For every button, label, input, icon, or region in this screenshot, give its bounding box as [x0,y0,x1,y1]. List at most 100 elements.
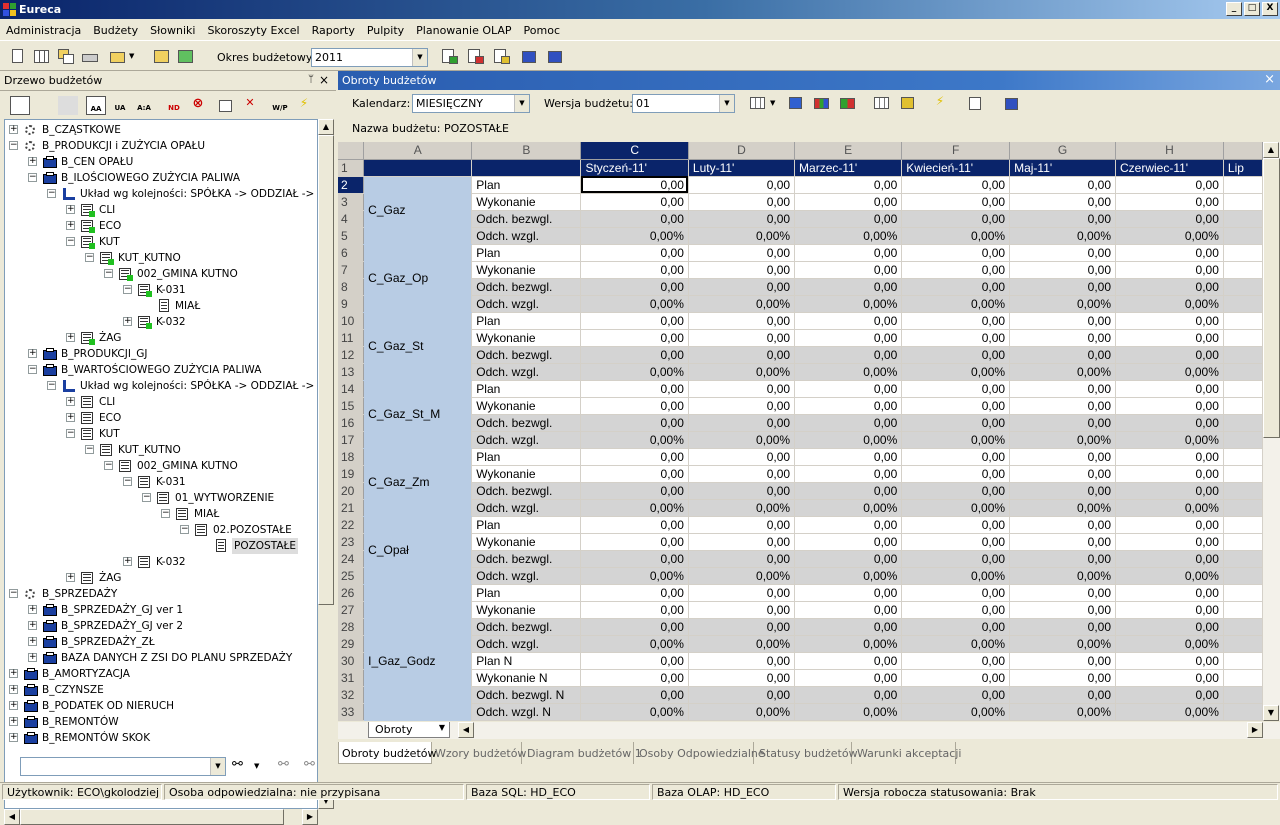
delete-icon[interactable]: ⊗ [188,96,208,115]
expand-icon[interactable]: + [123,557,132,566]
value-cell[interactable]: 0,00 [1115,550,1224,568]
value-cell[interactable]: 0,00 [901,397,1011,415]
tree-node[interactable]: + B_CZYNSZE [5,682,317,698]
link-icon[interactable] [35,96,55,115]
value-cell[interactable] [1223,686,1263,704]
row-number[interactable]: 10 [338,312,365,330]
scroll-right-icon[interactable]: ▶ [1247,722,1263,738]
measure-label[interactable]: Wykonanie [471,601,582,619]
value-cell[interactable]: 0,00 [901,516,1011,534]
value-cell[interactable]: 0,00% [580,567,689,585]
column-header[interactable]: E [794,142,903,160]
dropdown-arrow-icon[interactable]: ▼ [254,757,264,776]
disabled-icon[interactable] [58,96,78,115]
value-cell[interactable]: 0,00 [1009,720,1117,721]
tree-node[interactable]: + K-032 [5,314,317,330]
value-cell[interactable]: 0,00 [901,312,1011,330]
expand-icon[interactable]: + [28,637,37,646]
chart-icon[interactable] [812,94,832,113]
value-cell[interactable]: 0,00 [1009,669,1117,687]
value-cell[interactable]: 0,00% [1115,431,1224,449]
tab-osoby-odpowiedzialne[interactable]: Osoby Odpowiedzialne [636,742,765,764]
collapse-icon[interactable]: − [161,509,170,518]
export-yellow-icon[interactable] [492,47,512,66]
pin-icon[interactable]: ᛘ [308,74,314,85]
value-cell[interactable]: 0,00% [580,363,689,381]
value-cell[interactable] [1223,363,1263,381]
chevron-down-icon[interactable]: ▼ [210,758,225,775]
value-cell[interactable]: 0,00 [580,482,689,500]
value-cell[interactable]: 0,00 [580,652,689,670]
value-cell[interactable]: 0,00 [688,720,796,721]
tree-node[interactable]: − B_SPRZEDAŻY [5,586,317,602]
value-cell[interactable] [1223,533,1263,551]
value-cell[interactable] [1223,312,1263,330]
value-cell[interactable]: 0,00 [901,720,1011,721]
value-cell[interactable]: 0,00 [794,669,903,687]
close-icon[interactable]: × [1264,72,1275,87]
value-cell[interactable]: 0,00 [580,176,689,194]
tree-node[interactable]: POZOSTAŁE [5,538,317,554]
row-number[interactable]: 2 [338,176,365,194]
value-cell[interactable] [1223,431,1263,449]
menu-budzety[interactable]: Budżety [87,19,144,41]
value-cell[interactable]: 0,00% [1115,227,1224,245]
measure-label[interactable]: Pl... [471,720,582,721]
tree-node[interactable]: + ECO [5,410,317,426]
value-cell[interactable]: 0,00% [1115,363,1224,381]
value-cell[interactable]: 0,00 [901,380,1011,398]
measure-label[interactable]: Odch. wzgl. [471,431,582,449]
month-header-cell[interactable]: Styczeń-11' [580,159,689,177]
measure-label[interactable]: Odch. wzgl. [471,227,582,245]
measure-label[interactable]: Odch. bezwgl. [471,618,582,636]
value-cell[interactable]: 0,00 [688,618,796,636]
value-cell[interactable] [1223,329,1263,347]
row-number[interactable]: 25 [338,567,365,585]
row-number[interactable]: 22 [338,516,365,534]
print-icon[interactable] [80,47,100,66]
month-header-cell[interactable]: Kwiecień-11' [901,159,1011,177]
value-cell[interactable]: 0,00% [901,567,1011,585]
tab-statusy-budzetow[interactable]: Statusy budżetów [756,742,858,764]
value-cell[interactable]: 0,00 [901,278,1011,296]
value-cell[interactable]: 0,00 [580,397,689,415]
value-cell[interactable]: 0,00 [794,601,903,619]
value-cell[interactable]: 0,00 [901,686,1011,704]
value-cell[interactable]: 0,00% [901,635,1011,653]
value-cell[interactable]: 0,00% [901,295,1011,313]
value-cell[interactable]: 0,00 [688,244,796,262]
tree-node[interactable]: − 02.POZOSTAŁE [5,522,317,538]
row-number[interactable]: 16 [338,414,365,432]
value-cell[interactable]: 0,00 [688,652,796,670]
value-cell[interactable]: 0,00% [794,499,903,517]
collapse-icon[interactable]: − [9,141,18,150]
value-cell[interactable]: 0,00% [794,703,903,721]
value-cell[interactable]: 0,00 [1115,448,1224,466]
value-cell[interactable]: 0,00 [580,533,689,551]
value-cell[interactable]: 0,00 [1115,397,1224,415]
scroll-up-icon[interactable]: ▲ [318,119,334,135]
value-cell[interactable] [1223,516,1263,534]
value-cell[interactable] [1223,652,1263,670]
row-number[interactable]: 29 [338,635,365,653]
value-cell[interactable]: 0,00 [1009,346,1117,364]
value-cell[interactable]: 0,00 [901,414,1011,432]
value-cell[interactable]: 0,00 [688,669,796,687]
value-cell[interactable] [1223,278,1263,296]
collapse-icon[interactable]: − [142,493,151,502]
value-cell[interactable]: 0,00 [688,533,796,551]
value-cell[interactable]: 0,00 [794,244,903,262]
month-header-cell[interactable]: Maj-11' [1009,159,1117,177]
value-cell[interactable]: 0,00 [901,244,1011,262]
value-cell[interactable]: 0,00% [901,499,1011,517]
collapse-icon[interactable]: − [9,589,18,598]
tree-horizontal-scrollbar[interactable]: ◀ ▶ [4,809,318,825]
month-header-cell[interactable]: Marzec-11' [794,159,903,177]
collapse-icon[interactable]: − [104,269,113,278]
tree-node[interactable]: − KUT_KUTNO [5,442,317,458]
scroll-down-icon[interactable]: ▼ [1263,705,1279,721]
value-cell[interactable]: 0,00 [580,346,689,364]
value-cell[interactable]: 0,00 [580,380,689,398]
tree-node[interactable]: + B_REMONTÓW [5,714,317,730]
value-cell[interactable]: 0,00 [901,652,1011,670]
